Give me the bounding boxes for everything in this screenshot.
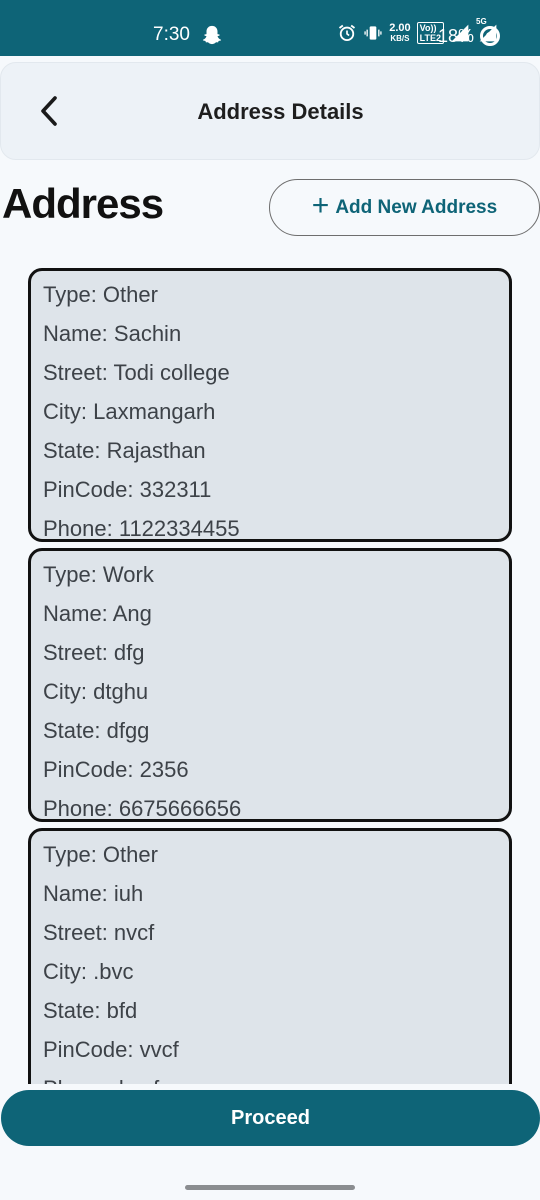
- app-bar: Address Details: [0, 62, 540, 160]
- address-card[interactable]: Type: Other Name: iuh Street: nvcf City:…: [28, 828, 512, 1084]
- address-street: Street: dfg: [43, 640, 145, 665]
- snapchat-icon: [201, 24, 223, 51]
- address-pincode: PinCode: 2356: [43, 757, 189, 782]
- add-new-address-button[interactable]: + Add New Address: [269, 179, 540, 236]
- address-list[interactable]: Type: Other Name: Sachin Street: Todi co…: [0, 268, 540, 1084]
- address-street: Street: Todi college: [43, 360, 230, 385]
- address-type: Type: Other: [43, 282, 158, 307]
- battery-saver-icon: [480, 26, 500, 46]
- address-pincode: PinCode: vvcf: [43, 1037, 179, 1062]
- status-time: 7:30: [153, 24, 190, 45]
- address-phone: Phone: bvcf: [43, 1069, 509, 1084]
- home-indicator[interactable]: [185, 1185, 355, 1190]
- alarm-icon: [339, 24, 356, 41]
- net-speed-value: 2.00: [389, 21, 411, 34]
- address-phone: Phone: 6675666656: [43, 796, 242, 821]
- address-card[interactable]: Type: Other Name: Sachin Street: Todi co…: [28, 268, 512, 542]
- address-state: State: dfgg: [43, 718, 150, 743]
- section-title: Address: [2, 180, 164, 227]
- plus-icon: +: [311, 189, 330, 222]
- address-type: Type: Work: [43, 562, 154, 587]
- address-type: Type: Other: [43, 842, 158, 867]
- status-bar: 7:30 2.00 KB/S Vo)) LTE2 5G 18%: [0, 0, 540, 56]
- network-speed: 2.00 KB/S: [389, 21, 411, 44]
- proceed-button[interactable]: Proceed: [1, 1090, 540, 1146]
- address-name: Name: Ang: [43, 601, 152, 626]
- battery-percent: 18%: [438, 26, 475, 46]
- address-city: City: .bvc: [43, 959, 134, 984]
- address-name: Name: Sachin: [43, 321, 182, 346]
- volte-top: Vo)): [419, 23, 437, 33]
- address-city: City: Laxmangarh: [43, 399, 216, 424]
- add-new-address-label: Add New Address: [335, 196, 498, 218]
- vibrate-icon: [364, 26, 382, 40]
- page-title: Address Details: [197, 99, 364, 124]
- address-city: City: dtghu: [43, 679, 149, 704]
- address-card[interactable]: Type: Work Name: Ang Street: dfg City: d…: [28, 548, 512, 822]
- status-icons: 2.00 KB/S Vo)) LTE2 5G: [337, 17, 500, 44]
- address-pincode: PinCode: 332311: [43, 477, 212, 502]
- address-phone: Phone: 1122334455: [43, 516, 240, 541]
- address-name: Name: iuh: [43, 881, 144, 906]
- address-state: State: Rajasthan: [43, 438, 206, 463]
- net-speed-unit: KB/S: [390, 33, 410, 43]
- address-state: State: bfd: [43, 998, 138, 1023]
- signal-5g-label: 5G: [476, 17, 487, 26]
- address-street: Street: nvcf: [43, 920, 155, 945]
